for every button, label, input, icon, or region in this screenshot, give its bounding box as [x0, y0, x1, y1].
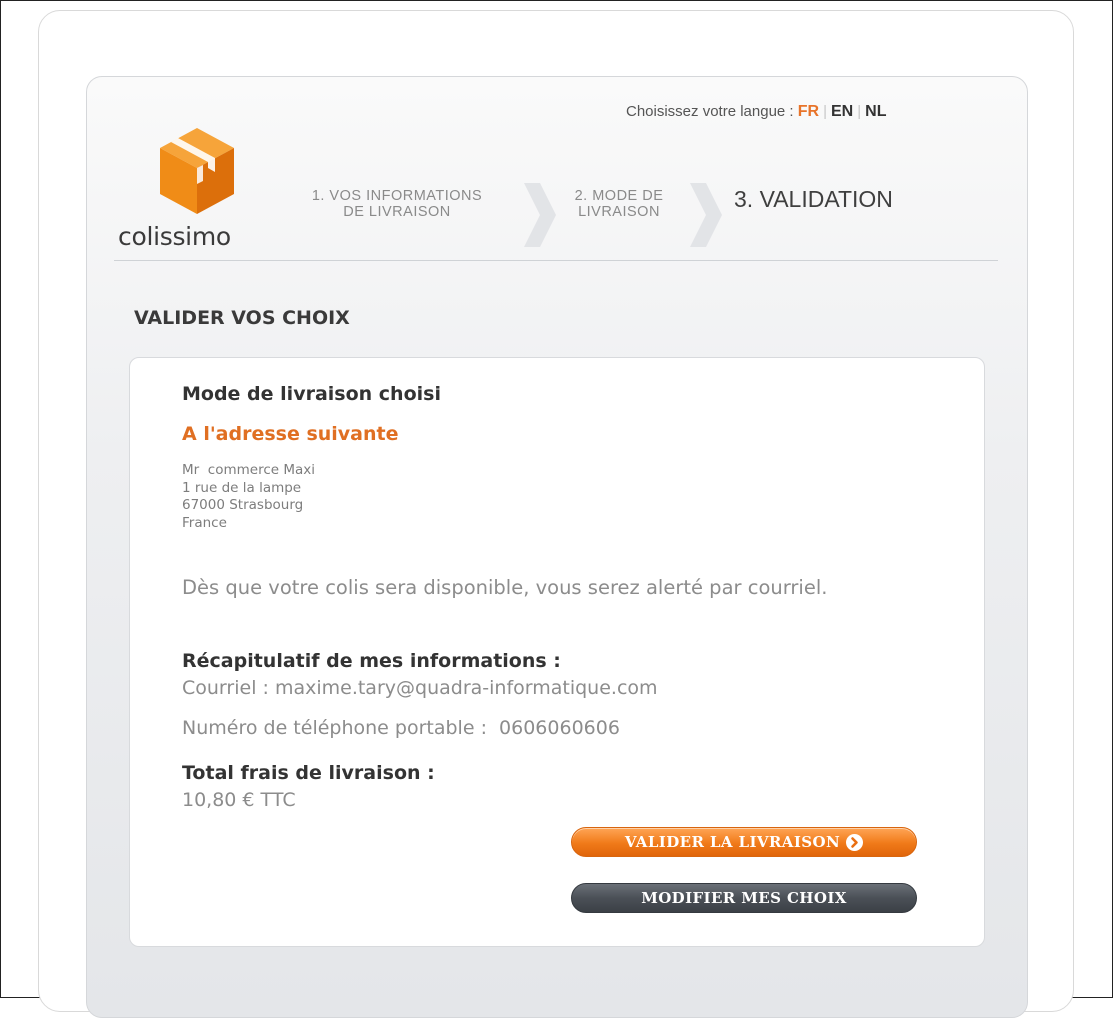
language-separator: | [857, 103, 862, 120]
address-line: France [182, 514, 227, 531]
modify-button-label: MODIFIER MES CHOIX [641, 889, 847, 907]
validate-delivery-button[interactable]: VALIDER LA LIVRAISON [571, 827, 917, 857]
step-label: 2. MODE DE [574, 188, 664, 204]
total-shipping-label: Total frais de livraison : [182, 762, 435, 784]
language-option-nl[interactable]: NL [865, 103, 886, 120]
modify-choices-button[interactable]: MODIFIER MES CHOIX [571, 883, 917, 913]
recap-title: Récapitulatif de mes informations : [182, 650, 561, 672]
address-line: 1 rue de la lampe [182, 479, 302, 496]
chevron-right-icon [690, 183, 722, 247]
total-shipping-value: 10,80 € TTC [182, 789, 296, 811]
address-line: Mr commerce Maxi [182, 462, 316, 478]
delivery-mode-label: Mode de livraison choisi [182, 383, 441, 405]
language-selector: Choisissez votre langue : FR | EN | NL [626, 103, 886, 123]
delivery-address: Mr commerce Maxi 1 rue de la lampe 67000… [182, 462, 315, 532]
language-option-en[interactable]: EN [831, 103, 853, 120]
chevron-right-icon [524, 183, 556, 247]
arrow-circle-right-icon [846, 833, 864, 851]
validate-button-label: VALIDER LA LIVRAISON [624, 833, 841, 851]
availability-notice: Dès que votre colis sera disponible, vou… [182, 576, 828, 599]
step-delivery-info: 1. VOS INFORMATIONS DE LIVRAISON [272, 188, 522, 220]
address-line: 67000 Strasbourg [182, 497, 304, 513]
step-label: LIVRAISON [578, 204, 660, 220]
recap-email: Courriel : maxime.tary@quadra-informatiq… [182, 677, 658, 699]
recap-phone: Numéro de téléphone portable : 060606060… [182, 717, 620, 739]
language-separator: | [823, 103, 827, 120]
language-option-fr[interactable]: FR [798, 103, 819, 120]
section-title: VALIDER VOS CHOIX [134, 307, 350, 329]
step-delivery-mode: 2. MODE DE LIVRAISON [553, 188, 685, 220]
step-validation-current: 3. VALIDATION [734, 186, 893, 212]
step-label: 1. VOS INFORMATIONS [311, 188, 483, 204]
language-prompt: Choisissez votre langue : [626, 103, 794, 120]
colissimo-cube-icon [160, 128, 234, 214]
header-divider [114, 260, 998, 261]
step-label: DE LIVRAISON [343, 204, 451, 220]
delivery-mode-value: A l'adresse suivante [182, 423, 399, 445]
brand-logo-text: colissimo [118, 222, 231, 251]
